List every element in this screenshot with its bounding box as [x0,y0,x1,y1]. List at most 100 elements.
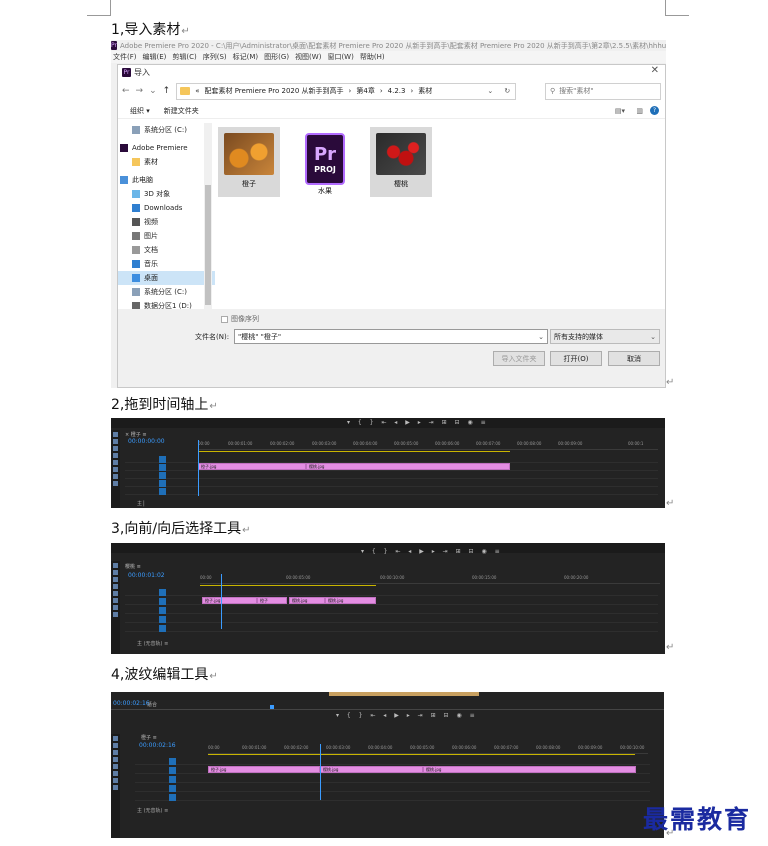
timeline-clip[interactable]: 樱桃.jpg [306,463,510,470]
address-dropdown-icon[interactable]: ⌄ [487,87,493,95]
scrollbar-thumb[interactable] [205,185,211,305]
ripple-edit-tool-icon[interactable] [113,446,118,451]
preview-pane-icon[interactable]: ▥ [636,107,643,115]
track-target-icon[interactable] [169,785,176,792]
hand-tool-icon[interactable] [113,778,118,783]
menu-edit[interactable]: 编辑(E) [143,52,167,62]
track-target-icon[interactable] [159,480,166,487]
track-target-icon[interactable] [159,589,166,596]
ripple-edit-tool-icon[interactable] [113,750,118,755]
breadcrumb-item[interactable]: 4.2.3 [388,87,406,95]
open-button[interactable]: 打开(O) [550,351,602,366]
timeline-clip[interactable]: 樱桃.jpg [423,766,636,773]
track-target-icon[interactable] [169,794,176,801]
image-sequence-checkbox[interactable] [221,315,228,323]
sidebar-item-c-drive[interactable]: 系统分区 (C:) [118,285,215,299]
track-target-icon[interactable] [159,625,166,632]
sidebar-item-d-drive[interactable]: 数据分区1 (D:) [118,299,215,309]
slip-tool-icon[interactable] [113,764,118,769]
file-item-project[interactable]: Pr PROJ 水果 [294,127,356,197]
ripple-edit-tool-icon[interactable] [113,577,118,582]
filename-input[interactable]: "樱桃" "橙子" ⌄ [234,329,548,344]
track-target-icon[interactable] [169,758,176,765]
sequence-tab[interactable]: × 橙子 ≡ [125,431,147,438]
sidebar-item-videos[interactable]: 视频 [118,215,215,229]
search-input[interactable]: ⚲ 搜索"素材" [545,82,661,100]
track-target-icon[interactable] [159,616,166,623]
refresh-icon[interactable]: ↻ [504,87,510,95]
menu-graphics[interactable]: 图形(G) [264,52,289,62]
timeline-clip[interactable]: 樱桃.jpg [289,597,325,604]
track-target-icon[interactable] [159,464,166,471]
breadcrumb-back[interactable]: « [195,87,199,95]
sidebar-item-desktop[interactable]: 桌面 [118,271,215,285]
up-arrow-icon[interactable]: ↑ [163,86,171,96]
sidebar-item-documents[interactable]: 文档 [118,243,215,257]
time-ruler[interactable]: 00:00 00:00:05:00 00:00:10:00 00:00:15:0… [200,574,660,584]
track-target-icon[interactable] [159,598,166,605]
menu-view[interactable]: 视图(W) [295,52,321,62]
track-select-tool-icon[interactable] [113,570,118,575]
track-target-icon[interactable] [169,767,176,774]
work-area-bar[interactable] [208,754,635,755]
file-item-cherry[interactable]: 樱桃 [370,127,432,197]
track-target-icon[interactable] [169,776,176,783]
sidebar-item-c-drive[interactable]: 系统分区 (C:) [118,123,215,137]
pen-tool-icon[interactable] [113,771,118,776]
playhead[interactable] [221,574,222,629]
track-target-icon[interactable] [159,472,166,479]
timeline-clip[interactable]: 橙子.jpg [202,597,257,604]
track-target-icon[interactable] [159,607,166,614]
timecode-display[interactable]: 00:00:02:16 [139,742,176,749]
timeline-clip[interactable]: 橙子.jpg [208,766,320,773]
close-icon[interactable]: ✕ [651,65,659,76]
address-bar[interactable]: « 配套素材 Premiere Pro 2020 从新手到高手 › 第4章 › … [176,82,517,100]
forward-arrow-icon[interactable]: → [136,86,144,96]
razor-tool-icon[interactable] [113,757,118,762]
selection-tool-icon[interactable] [113,563,118,568]
slip-tool-icon[interactable] [113,591,118,596]
sidebar-item-downloads[interactable]: Downloads [118,201,215,215]
timeline-clip[interactable]: 樱桃.jpg [325,597,376,604]
view-options-icon[interactable]: ▤▾ [615,107,625,115]
razor-tool-icon[interactable] [113,453,118,458]
type-tool-icon[interactable] [113,481,118,486]
cancel-button[interactable]: 取消 [608,351,660,366]
breadcrumb-item[interactable]: 第4章 [356,86,374,96]
time-ruler[interactable]: 00:00 00:00:01:00 00:00:02:00 00:00:03:0… [198,440,658,450]
sequence-tab[interactable]: 橙子 ≡ [141,734,157,741]
track-select-tool-icon[interactable] [113,743,118,748]
sidebar-item-3d-objects[interactable]: 3D 对象 [118,187,215,201]
track-select-tool-icon[interactable] [113,439,118,444]
sidebar-item-music[interactable]: 音乐 [118,257,215,271]
menu-file[interactable]: 文件(F) [113,52,137,62]
menu-sequence[interactable]: 序列(S) [203,52,227,62]
chevron-down-icon[interactable]: ⌄ [538,333,544,341]
playback-controls[interactable]: ▾ { } ⇤ ◂ ▶ ▸ ⇥ ⊞ ⊟ ◉ ≡ [336,712,478,719]
back-arrow-icon[interactable]: ← [122,86,130,96]
playhead[interactable] [198,440,199,496]
selection-tool-icon[interactable] [113,736,118,741]
image-sequence-option[interactable]: 图像序列 [221,314,259,324]
track-target-icon[interactable] [159,456,166,463]
hand-tool-icon[interactable] [113,474,118,479]
type-tool-icon[interactable] [113,612,118,617]
hand-tool-icon[interactable] [113,605,118,610]
sequence-tab[interactable]: 樱桃 ≡ [125,563,141,570]
import-folder-button[interactable]: 导入文件夹 [493,351,545,366]
file-type-select[interactable]: 所有支持的媒体 ⌄ [550,329,660,344]
pen-tool-icon[interactable] [113,467,118,472]
monitor-timebar[interactable] [111,709,664,710]
zoom-fit-select[interactable]: 适合 [147,701,157,708]
menu-clip[interactable]: 剪辑(C) [172,52,196,62]
slip-tool-icon[interactable] [113,460,118,465]
type-tool-icon[interactable] [113,785,118,790]
work-area-bar[interactable] [198,451,510,452]
playback-controls[interactable]: ▾ { } ⇤ ◂ ▶ ▸ ⇥ ⊞ ⊟ ◉ ≡ [347,419,489,426]
sidebar-item-adobe-premiere[interactable]: Adobe Premiere [118,141,215,155]
sidebar-item-media[interactable]: 素材 [118,155,215,169]
razor-tool-icon[interactable] [113,584,118,589]
sidebar-scrollbar[interactable] [204,123,212,309]
program-timecode[interactable]: 00:00:02:16 [113,700,150,707]
organize-button[interactable]: 组织 ▾ [130,106,150,116]
